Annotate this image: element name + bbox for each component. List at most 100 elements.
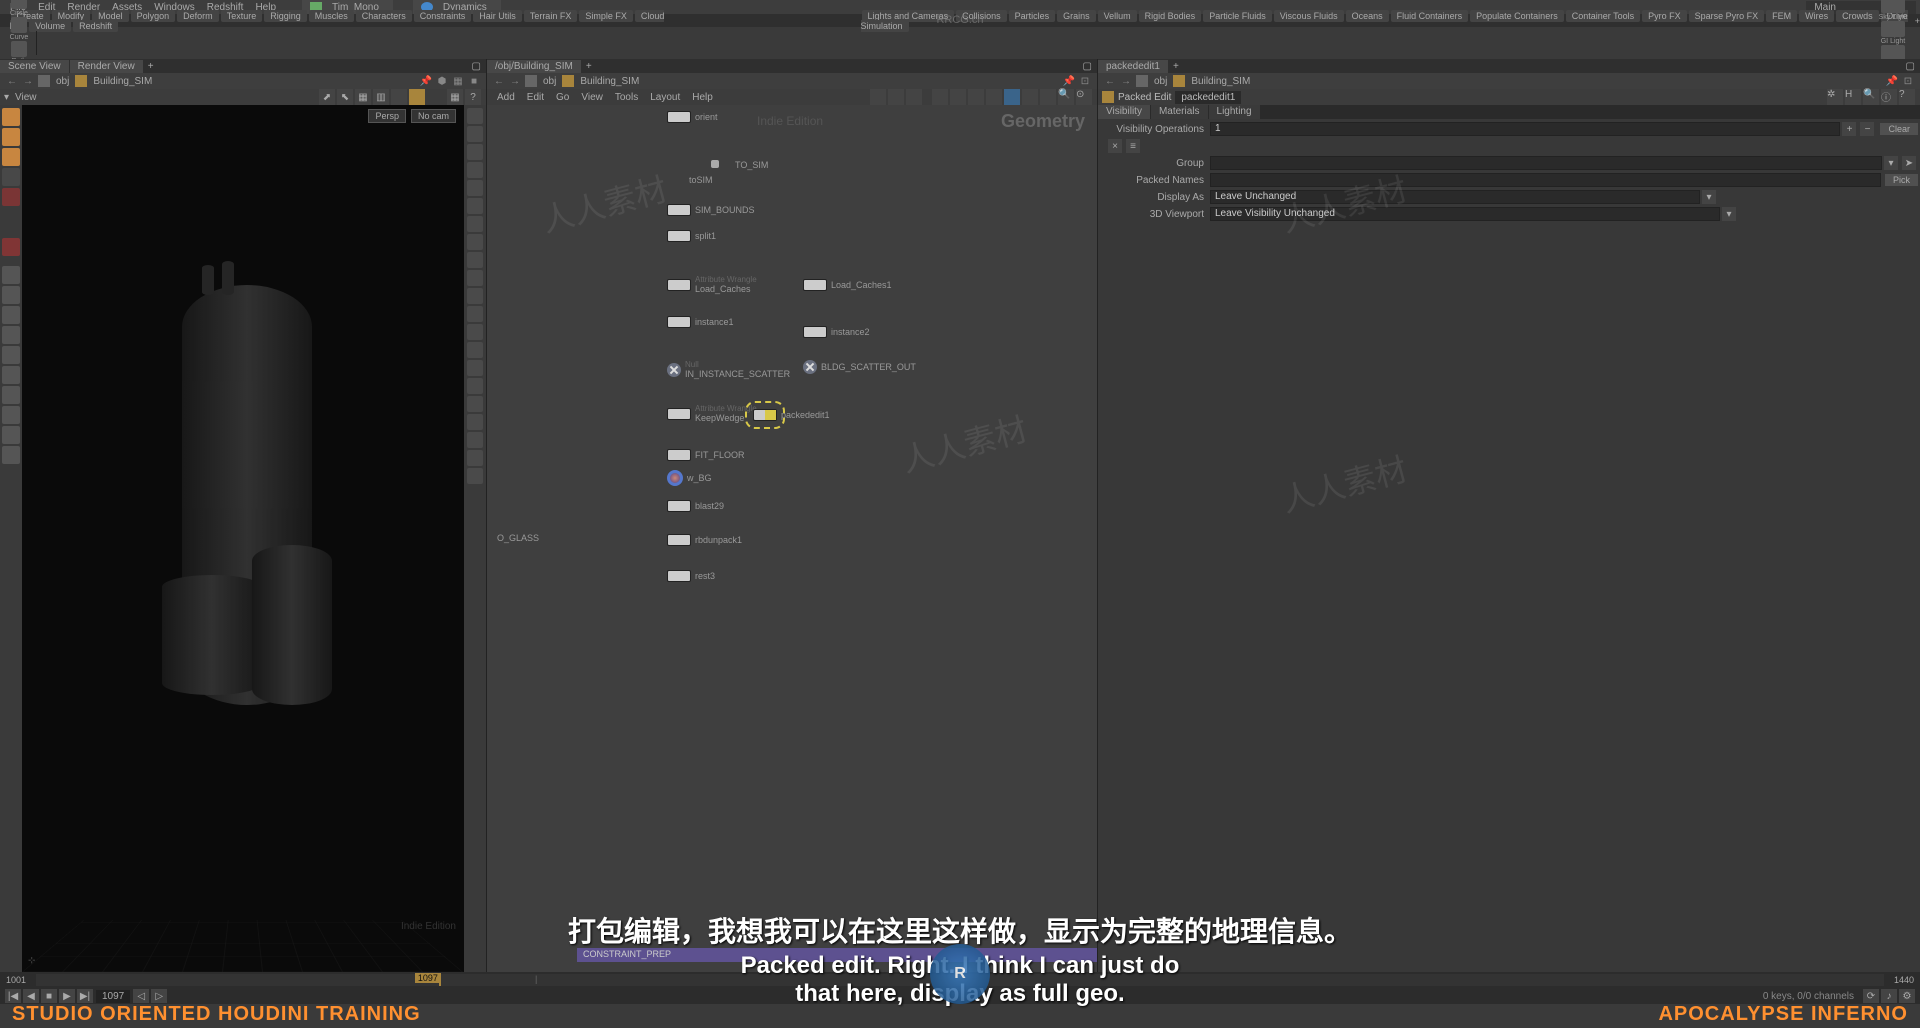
rt2-icon[interactable]	[467, 126, 483, 142]
tool6-icon[interactable]	[2, 366, 20, 384]
shelf-group-muscles[interactable]: Muscles	[309, 10, 354, 22]
tab-add-right[interactable]: +	[1169, 61, 1183, 72]
node-sim_bounds[interactable]: SIM_BOUNDS	[667, 204, 755, 216]
group-arrow-icon[interactable]: ➤	[1902, 156, 1916, 170]
node-tosim[interactable]: toSIM	[685, 175, 713, 185]
shelf-group-simple-fx[interactable]: Simple FX	[579, 10, 633, 22]
net-tools-icon[interactable]	[870, 89, 886, 105]
node-o_glass[interactable]: O_GLASS	[493, 533, 539, 543]
parm-nav-fwd-icon[interactable]: →	[1119, 74, 1133, 88]
net-menu-go[interactable]: Go	[550, 92, 575, 103]
rt20-icon[interactable]	[467, 450, 483, 466]
nocam-chip[interactable]: No cam	[411, 109, 456, 123]
arrow-tool-icon[interactable]	[2, 168, 20, 186]
paint-tool-icon[interactable]	[2, 238, 20, 256]
pane-maximize-icon[interactable]: ▢	[468, 61, 485, 72]
pane-max-right-icon[interactable]: ▢	[1902, 61, 1919, 72]
select-tool-icon[interactable]	[2, 108, 20, 126]
net-menu-add[interactable]: Add	[491, 92, 521, 103]
tool8-icon[interactable]	[2, 406, 20, 424]
net-nav-back-icon[interactable]: ←	[492, 74, 506, 88]
node-instance1[interactable]: instance1	[667, 316, 734, 328]
shelf-group-hair-utils[interactable]: Hair Utils	[473, 10, 522, 22]
parm-tab-lighting[interactable]: Lighting	[1209, 105, 1260, 119]
pin-icon[interactable]: 📌	[419, 74, 433, 88]
net-menu-edit[interactable]: Edit	[521, 92, 550, 103]
shelf-group-viscous-fluids[interactable]: Viscous Fluids	[1274, 10, 1344, 22]
packed-names-field[interactable]	[1210, 173, 1881, 187]
path-scheme[interactable]: obj	[52, 76, 73, 87]
net-b3-icon[interactable]	[968, 89, 984, 105]
node-fit_floor[interactable]: FIT_FLOOR	[667, 449, 745, 461]
net-tree-icon[interactable]	[906, 89, 922, 105]
node-keepwedge[interactable]: Attribute WrangleKeepWedge	[667, 404, 757, 423]
node-blast29[interactable]: blast29	[667, 500, 724, 512]
net-nav-fwd-icon[interactable]: →	[508, 74, 522, 88]
parm-path-crumb[interactable]: Building_SIM	[1187, 76, 1254, 87]
net-b5-icon[interactable]	[1004, 89, 1020, 105]
parm-pin-icon[interactable]: 📌	[1885, 74, 1899, 88]
select-object-icon[interactable]: ⬈	[319, 89, 335, 105]
parm-help-icon[interactable]: ?	[1899, 89, 1915, 105]
tool-gilight[interactable]: GI Light	[1873, 21, 1913, 45]
node-instance2[interactable]: instance2	[803, 326, 870, 338]
tool1-icon[interactable]	[2, 266, 20, 284]
shelf-group-constraints[interactable]: Constraints	[414, 10, 472, 22]
rt16-icon[interactable]	[467, 378, 483, 394]
net-b4-icon[interactable]	[986, 89, 1002, 105]
pane-max-mid-icon[interactable]: ▢	[1079, 61, 1096, 72]
pick-button[interactable]: Pick	[1885, 174, 1918, 186]
shelf-group-redshift[interactable]: Redshift	[73, 20, 118, 32]
network-canvas[interactable]: Geometry Indie Edition orientTO_SIMtoSIM…	[487, 105, 1097, 972]
parm-search-icon[interactable]: 🔍	[1863, 89, 1879, 105]
parm-tab-visibility[interactable]: Visibility	[1098, 105, 1150, 119]
shelf-group-oceans[interactable]: Oceans	[1346, 10, 1389, 22]
tab-network-path[interactable]: /obj/Building_SIM	[487, 60, 581, 73]
render-icon[interactable]: ■	[467, 74, 481, 88]
row-toggle-icon[interactable]: ≡	[1126, 139, 1140, 153]
tab-parm[interactable]: packededit1	[1098, 60, 1168, 73]
rt14-icon[interactable]	[467, 342, 483, 358]
node-to_sim_dot[interactable]	[711, 160, 723, 168]
node-rest3[interactable]: rest3	[667, 570, 715, 582]
shelf-group-grains[interactable]: Grains	[1057, 10, 1096, 22]
net-pin-icon[interactable]: 📌	[1062, 74, 1076, 88]
net-snap-icon[interactable]: ⊙	[1076, 89, 1092, 105]
net-path-scheme[interactable]: obj	[539, 76, 560, 87]
shelf-add-icon[interactable]: +	[1915, 16, 1920, 26]
shelf-group-container-tools[interactable]: Container Tools	[1566, 10, 1640, 22]
visops-minus-icon[interactable]: −	[1860, 122, 1874, 136]
node-name-field[interactable]: packededit1	[1175, 91, 1241, 104]
viewport-vis-dropdown[interactable]: Leave Visibility Unchanged	[1210, 207, 1720, 221]
view-dropdown-icon[interactable]: ▾	[4, 92, 9, 103]
home-icon[interactable]	[38, 75, 50, 87]
edit-tool-icon[interactable]	[2, 128, 20, 146]
net-list-icon[interactable]	[888, 89, 904, 105]
net-expose-icon[interactable]: ⊡	[1078, 74, 1092, 88]
rt12-icon[interactable]	[467, 306, 483, 322]
net-b6-icon[interactable]	[1022, 89, 1038, 105]
parm-h-icon[interactable]: H	[1845, 89, 1861, 105]
node-load_caches1[interactable]: Load_Caches1	[803, 279, 892, 291]
shelf-group-fem[interactable]: FEM	[1766, 10, 1797, 22]
node-orient[interactable]: orient	[667, 111, 718, 123]
rt7-icon[interactable]	[467, 216, 483, 232]
rt21-icon[interactable]	[467, 468, 483, 484]
rt3-icon[interactable]	[467, 144, 483, 160]
parm-home-icon[interactable]	[1136, 75, 1148, 87]
net-menu-tools[interactable]: Tools	[609, 92, 644, 103]
net-b7-icon[interactable]	[1040, 89, 1056, 105]
net-b1-icon[interactable]	[932, 89, 948, 105]
rt17-icon[interactable]	[467, 396, 483, 412]
tool10-icon[interactable]	[2, 446, 20, 464]
nav-back-icon[interactable]: ←	[5, 74, 19, 88]
tab-add-left[interactable]: +	[144, 61, 158, 72]
shelf-group-deform[interactable]: Deform	[177, 10, 219, 22]
rt10-icon[interactable]	[467, 270, 483, 286]
rt13-icon[interactable]	[467, 324, 483, 340]
visops-clear-button[interactable]: Clear	[1880, 123, 1918, 135]
parm-path-scheme[interactable]: obj	[1150, 76, 1171, 87]
visops-plus-icon[interactable]: +	[1842, 122, 1856, 136]
tool2-icon[interactable]	[2, 286, 20, 304]
shelf-group-particles[interactable]: Particles	[1009, 10, 1056, 22]
